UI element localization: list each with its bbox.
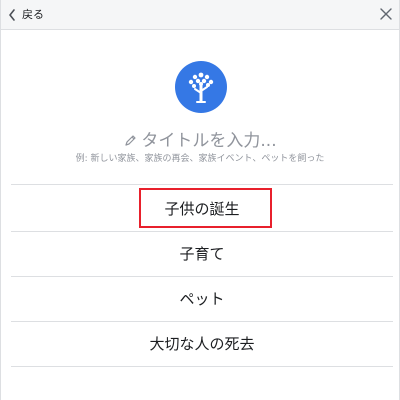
chevron-left-icon (9, 9, 15, 21)
pencil-icon (125, 135, 136, 146)
option-parenting[interactable]: 子育て (11, 231, 393, 275)
example-hint: 例: 新しい家族、家族の再会、家族イベント、ペットを飼った (75, 154, 325, 164)
divider (11, 184, 393, 185)
option-childbirth[interactable]: 子供の誕生 (11, 186, 393, 230)
title-input[interactable]: タイトルを入力... (1, 130, 399, 152)
divider (11, 366, 393, 367)
close-button[interactable] (379, 7, 393, 21)
option-loss-of-loved-one[interactable]: 大切な人の死去 (11, 321, 393, 365)
close-icon (380, 8, 392, 20)
option-pet[interactable]: ペット (11, 276, 393, 320)
life-event-dialog: 戻る タイトルを入力... 例: 新しい家族、家族の再会、家族イベント、ペットを… (0, 0, 400, 400)
family-tree-logo (175, 61, 227, 113)
back-label: 戻る (22, 8, 44, 21)
back-button[interactable]: 戻る (7, 6, 44, 24)
tree-icon (188, 72, 214, 103)
dialog-header: 戻る (1, 0, 399, 30)
title-placeholder: タイトルを入力... (141, 131, 277, 151)
